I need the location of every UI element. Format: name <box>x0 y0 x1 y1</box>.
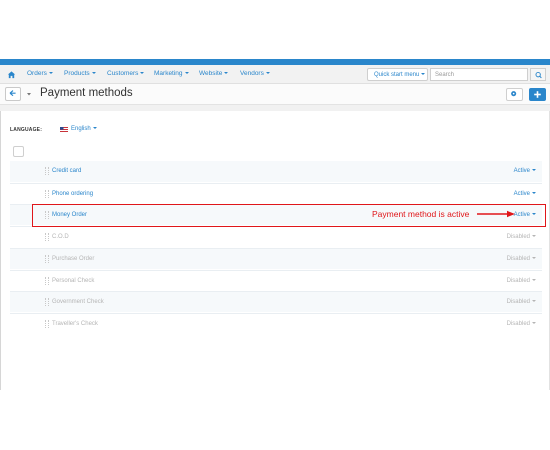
search-icon <box>535 71 542 79</box>
home-icon[interactable] <box>7 70 16 79</box>
nav-website-label: Website <box>199 70 223 77</box>
drag-handle-icon[interactable] <box>45 320 49 328</box>
list-item[interactable]: Personal Check Disabled <box>10 270 542 291</box>
chevron-down-icon <box>532 257 536 260</box>
status-label: Disabled <box>506 278 530 284</box>
drag-handle-icon[interactable] <box>45 233 49 241</box>
drag-handle-icon[interactable] <box>45 190 49 198</box>
chevron-down-icon <box>265 72 270 75</box>
chevron-down-icon <box>140 72 145 75</box>
payment-method-name[interactable]: Personal Check <box>52 278 94 284</box>
quick-start-menu-button[interactable]: Quick start menu <box>367 68 428 81</box>
header-divider <box>0 105 550 111</box>
nav-orders-label: Orders <box>27 70 47 77</box>
list-item[interactable]: Government Check Disabled <box>10 291 542 312</box>
arrow-left-icon <box>9 90 16 97</box>
language-value: English <box>71 126 91 132</box>
chevron-down-icon <box>91 72 96 75</box>
nav-vendors[interactable]: Vendors <box>240 70 270 77</box>
chevron-down-icon <box>532 279 536 282</box>
nav-customers-label: Customers <box>107 70 139 77</box>
payment-method-name[interactable]: Traveller's Check <box>52 321 98 327</box>
list-item[interactable]: Phone ordering Active <box>10 183 542 204</box>
nav-marketing-label: Marketing <box>154 70 183 77</box>
page-header: Payment methods <box>0 84 550 105</box>
status-dropdown[interactable]: Disabled <box>507 256 536 262</box>
chevron-down-icon <box>421 73 426 76</box>
chevron-down-icon <box>532 300 536 303</box>
payment-method-name[interactable]: C.O.D <box>52 234 69 240</box>
payment-method-name[interactable]: Government Check <box>52 299 104 305</box>
list-item[interactable]: Traveller's Check Disabled <box>10 313 542 334</box>
drag-handle-icon[interactable] <box>45 255 49 263</box>
status-dropdown[interactable]: Disabled <box>507 278 536 284</box>
list-item[interactable]: Credit card Active <box>10 161 542 182</box>
search-button[interactable] <box>530 68 546 81</box>
nav-products[interactable]: Products <box>64 70 96 77</box>
status-label: Disabled <box>506 299 530 305</box>
status-dropdown[interactable]: Disabled <box>507 321 536 327</box>
status-dropdown[interactable]: Disabled <box>507 234 536 240</box>
drag-handle-icon[interactable] <box>45 277 49 285</box>
us-flag-icon <box>60 127 68 132</box>
chevron-down-icon <box>532 192 536 195</box>
top-navigation: Orders Products Customers Marketing Webs… <box>0 65 550 84</box>
language-selector[interactable]: English <box>71 126 97 132</box>
quick-start-label: Quick start menu <box>374 72 420 78</box>
status-dropdown[interactable]: Active <box>514 191 536 197</box>
chevron-down-icon <box>48 72 53 75</box>
payment-method-name[interactable]: Purchase Order <box>52 256 94 262</box>
list-item[interactable]: Purchase Order Disabled <box>10 248 542 269</box>
arrow-right-icon <box>477 210 515 218</box>
payment-method-name[interactable]: Phone ordering <box>52 191 93 197</box>
nav-orders[interactable]: Orders <box>27 70 53 77</box>
back-button[interactable] <box>5 87 21 101</box>
select-all-checkbox[interactable] <box>13 146 24 157</box>
status-label: Disabled <box>506 234 530 240</box>
page-menu-dropdown[interactable] <box>24 87 34 101</box>
nav-products-label: Products <box>64 70 90 77</box>
chevron-down-icon <box>532 169 536 172</box>
nav-customers[interactable]: Customers <box>107 70 145 77</box>
status-label: Disabled <box>506 256 530 262</box>
chevron-down-icon <box>532 322 536 325</box>
caret-down-icon <box>27 93 31 96</box>
gear-icon <box>511 91 517 97</box>
language-label: LANGUAGE: <box>10 127 43 133</box>
add-payment-method-button[interactable] <box>529 88 546 101</box>
chevron-down-icon <box>224 72 229 75</box>
status-label: Disabled <box>506 321 530 327</box>
payment-method-name[interactable]: Credit card <box>52 168 81 174</box>
status-label: Active <box>513 191 530 197</box>
list-item[interactable]: C.O.D Disabled <box>10 226 542 247</box>
plus-icon <box>534 91 541 98</box>
drag-handle-icon[interactable] <box>45 167 49 175</box>
nav-vendors-label: Vendors <box>240 70 264 77</box>
chevron-down-icon <box>184 72 189 75</box>
status-label: Active <box>513 168 530 174</box>
search-input[interactable]: Search <box>430 68 528 81</box>
settings-button[interactable] <box>506 88 523 101</box>
drag-handle-icon[interactable] <box>45 298 49 306</box>
nav-marketing[interactable]: Marketing <box>154 70 189 77</box>
status-dropdown[interactable]: Active <box>514 168 536 174</box>
page-title: Payment methods <box>40 87 133 99</box>
chevron-down-icon <box>92 127 97 130</box>
annotation-text: Payment method is active <box>372 209 470 219</box>
nav-website[interactable]: Website <box>199 70 229 77</box>
search-placeholder: Search <box>435 72 455 78</box>
status-dropdown[interactable]: Disabled <box>507 299 536 305</box>
chevron-down-icon <box>532 235 536 238</box>
